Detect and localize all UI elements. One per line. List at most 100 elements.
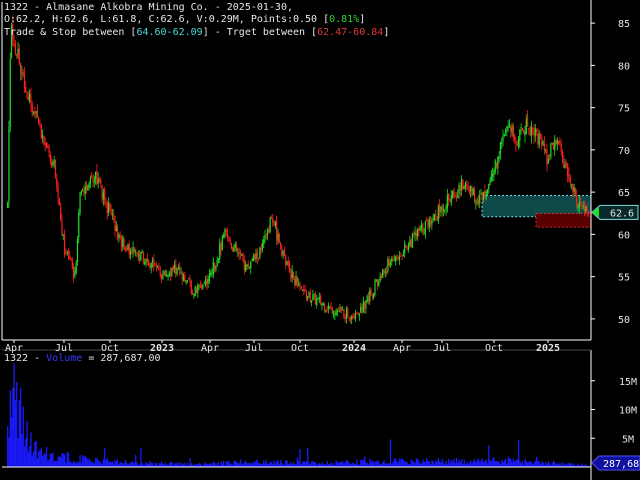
volume-label: Volume bbox=[46, 353, 83, 364]
candle-body bbox=[329, 306, 331, 307]
candle-body bbox=[353, 315, 355, 318]
candle-body bbox=[153, 258, 155, 267]
candle-body bbox=[75, 262, 77, 273]
volume-bar bbox=[307, 448, 309, 467]
volume-bar bbox=[94, 458, 97, 467]
candle-body bbox=[276, 221, 278, 240]
candle-body bbox=[164, 270, 167, 277]
candle-body bbox=[574, 188, 577, 194]
candle-body bbox=[281, 247, 283, 256]
volume-bar bbox=[537, 460, 539, 467]
volume-bar bbox=[76, 461, 79, 467]
candle-body bbox=[265, 235, 267, 237]
candle-body bbox=[414, 232, 416, 236]
trade-line: Trade & Stop between [64.60-62.09] - Trg… bbox=[4, 27, 389, 39]
candle-body bbox=[84, 186, 86, 194]
volume-bar bbox=[329, 463, 331, 467]
candle-body bbox=[225, 230, 227, 232]
volume-bar bbox=[213, 462, 216, 467]
price-tick-label: 80 bbox=[618, 61, 630, 72]
volume-bar bbox=[170, 461, 172, 467]
candle-body bbox=[177, 267, 179, 269]
volume-bar bbox=[107, 461, 110, 467]
candle-body bbox=[181, 272, 183, 280]
candle-body bbox=[245, 264, 247, 272]
candle-body bbox=[184, 275, 186, 282]
candle-body bbox=[115, 226, 117, 232]
volume-bar bbox=[35, 440, 37, 467]
volume-bar bbox=[71, 463, 74, 467]
volume-bar bbox=[135, 454, 137, 467]
candle-body bbox=[16, 53, 18, 57]
candle-body bbox=[242, 253, 244, 261]
ohlc-values: O:62.2, H:62.6, L:61.8, C:62.6, V:0.29M,… bbox=[4, 14, 330, 25]
volume-bar bbox=[216, 463, 218, 467]
candle-body bbox=[58, 198, 60, 206]
candle-body bbox=[490, 175, 492, 182]
candle-body bbox=[141, 252, 143, 253]
volume-bar bbox=[402, 459, 405, 467]
candle-body bbox=[60, 207, 62, 220]
volume-bar bbox=[568, 462, 570, 467]
candle-body bbox=[210, 272, 212, 275]
candle-body bbox=[8, 126, 10, 203]
volume-bar bbox=[193, 463, 195, 467]
volume-bar bbox=[475, 462, 477, 467]
candle-body bbox=[62, 234, 64, 236]
candle-body bbox=[70, 257, 72, 262]
volume-bar bbox=[404, 461, 406, 467]
candle-body bbox=[463, 186, 465, 190]
volume-bar bbox=[494, 461, 496, 467]
candle-body bbox=[241, 254, 243, 256]
candle-body bbox=[429, 221, 432, 224]
price-tick-label: 70 bbox=[618, 146, 630, 157]
candle-body bbox=[313, 293, 315, 296]
candle-body bbox=[175, 264, 177, 275]
candle-body bbox=[123, 239, 125, 249]
volume-bar bbox=[30, 432, 32, 467]
volume-bar bbox=[375, 461, 377, 467]
volume-bar bbox=[122, 463, 124, 467]
volume-bar bbox=[411, 461, 414, 467]
volume-bar bbox=[159, 463, 161, 467]
candle-body bbox=[145, 258, 147, 263]
candle-body bbox=[323, 303, 326, 311]
volume-bar bbox=[22, 406, 24, 467]
candle-body bbox=[159, 271, 161, 276]
volume-bar bbox=[91, 462, 93, 467]
time-tick-label: Jul bbox=[245, 343, 263, 354]
volume-bar bbox=[476, 460, 478, 467]
volume-bar bbox=[524, 458, 526, 467]
volume-bar bbox=[8, 437, 10, 467]
volume-bar bbox=[353, 463, 355, 467]
volume-bar bbox=[344, 462, 346, 467]
volume-bar bbox=[74, 461, 76, 467]
volume-bar bbox=[410, 459, 412, 467]
candle-body bbox=[150, 263, 152, 269]
candle-body bbox=[532, 128, 534, 130]
candle-body bbox=[383, 269, 385, 274]
volume-bar bbox=[388, 462, 390, 467]
volume-bar bbox=[382, 462, 384, 467]
candle-body bbox=[331, 307, 333, 314]
candle-body bbox=[168, 272, 170, 276]
candle-body bbox=[400, 255, 402, 257]
candle-body bbox=[446, 195, 448, 209]
volume-bar bbox=[85, 457, 88, 467]
candle-body bbox=[536, 130, 538, 132]
candle-body bbox=[499, 141, 502, 154]
candle-body bbox=[547, 158, 549, 164]
candle-body bbox=[167, 275, 169, 277]
volume-bar bbox=[269, 461, 271, 467]
volume-bar bbox=[448, 458, 450, 467]
candle-body bbox=[224, 229, 226, 237]
volume-bar bbox=[39, 449, 41, 467]
volume-bar bbox=[45, 447, 48, 467]
volume-bar bbox=[51, 453, 53, 467]
candle-body bbox=[83, 189, 85, 195]
volume-bar bbox=[25, 438, 27, 467]
candle-body bbox=[9, 59, 11, 127]
candle-body bbox=[188, 278, 190, 280]
candle-body bbox=[223, 235, 225, 237]
volume-bar bbox=[79, 454, 81, 467]
